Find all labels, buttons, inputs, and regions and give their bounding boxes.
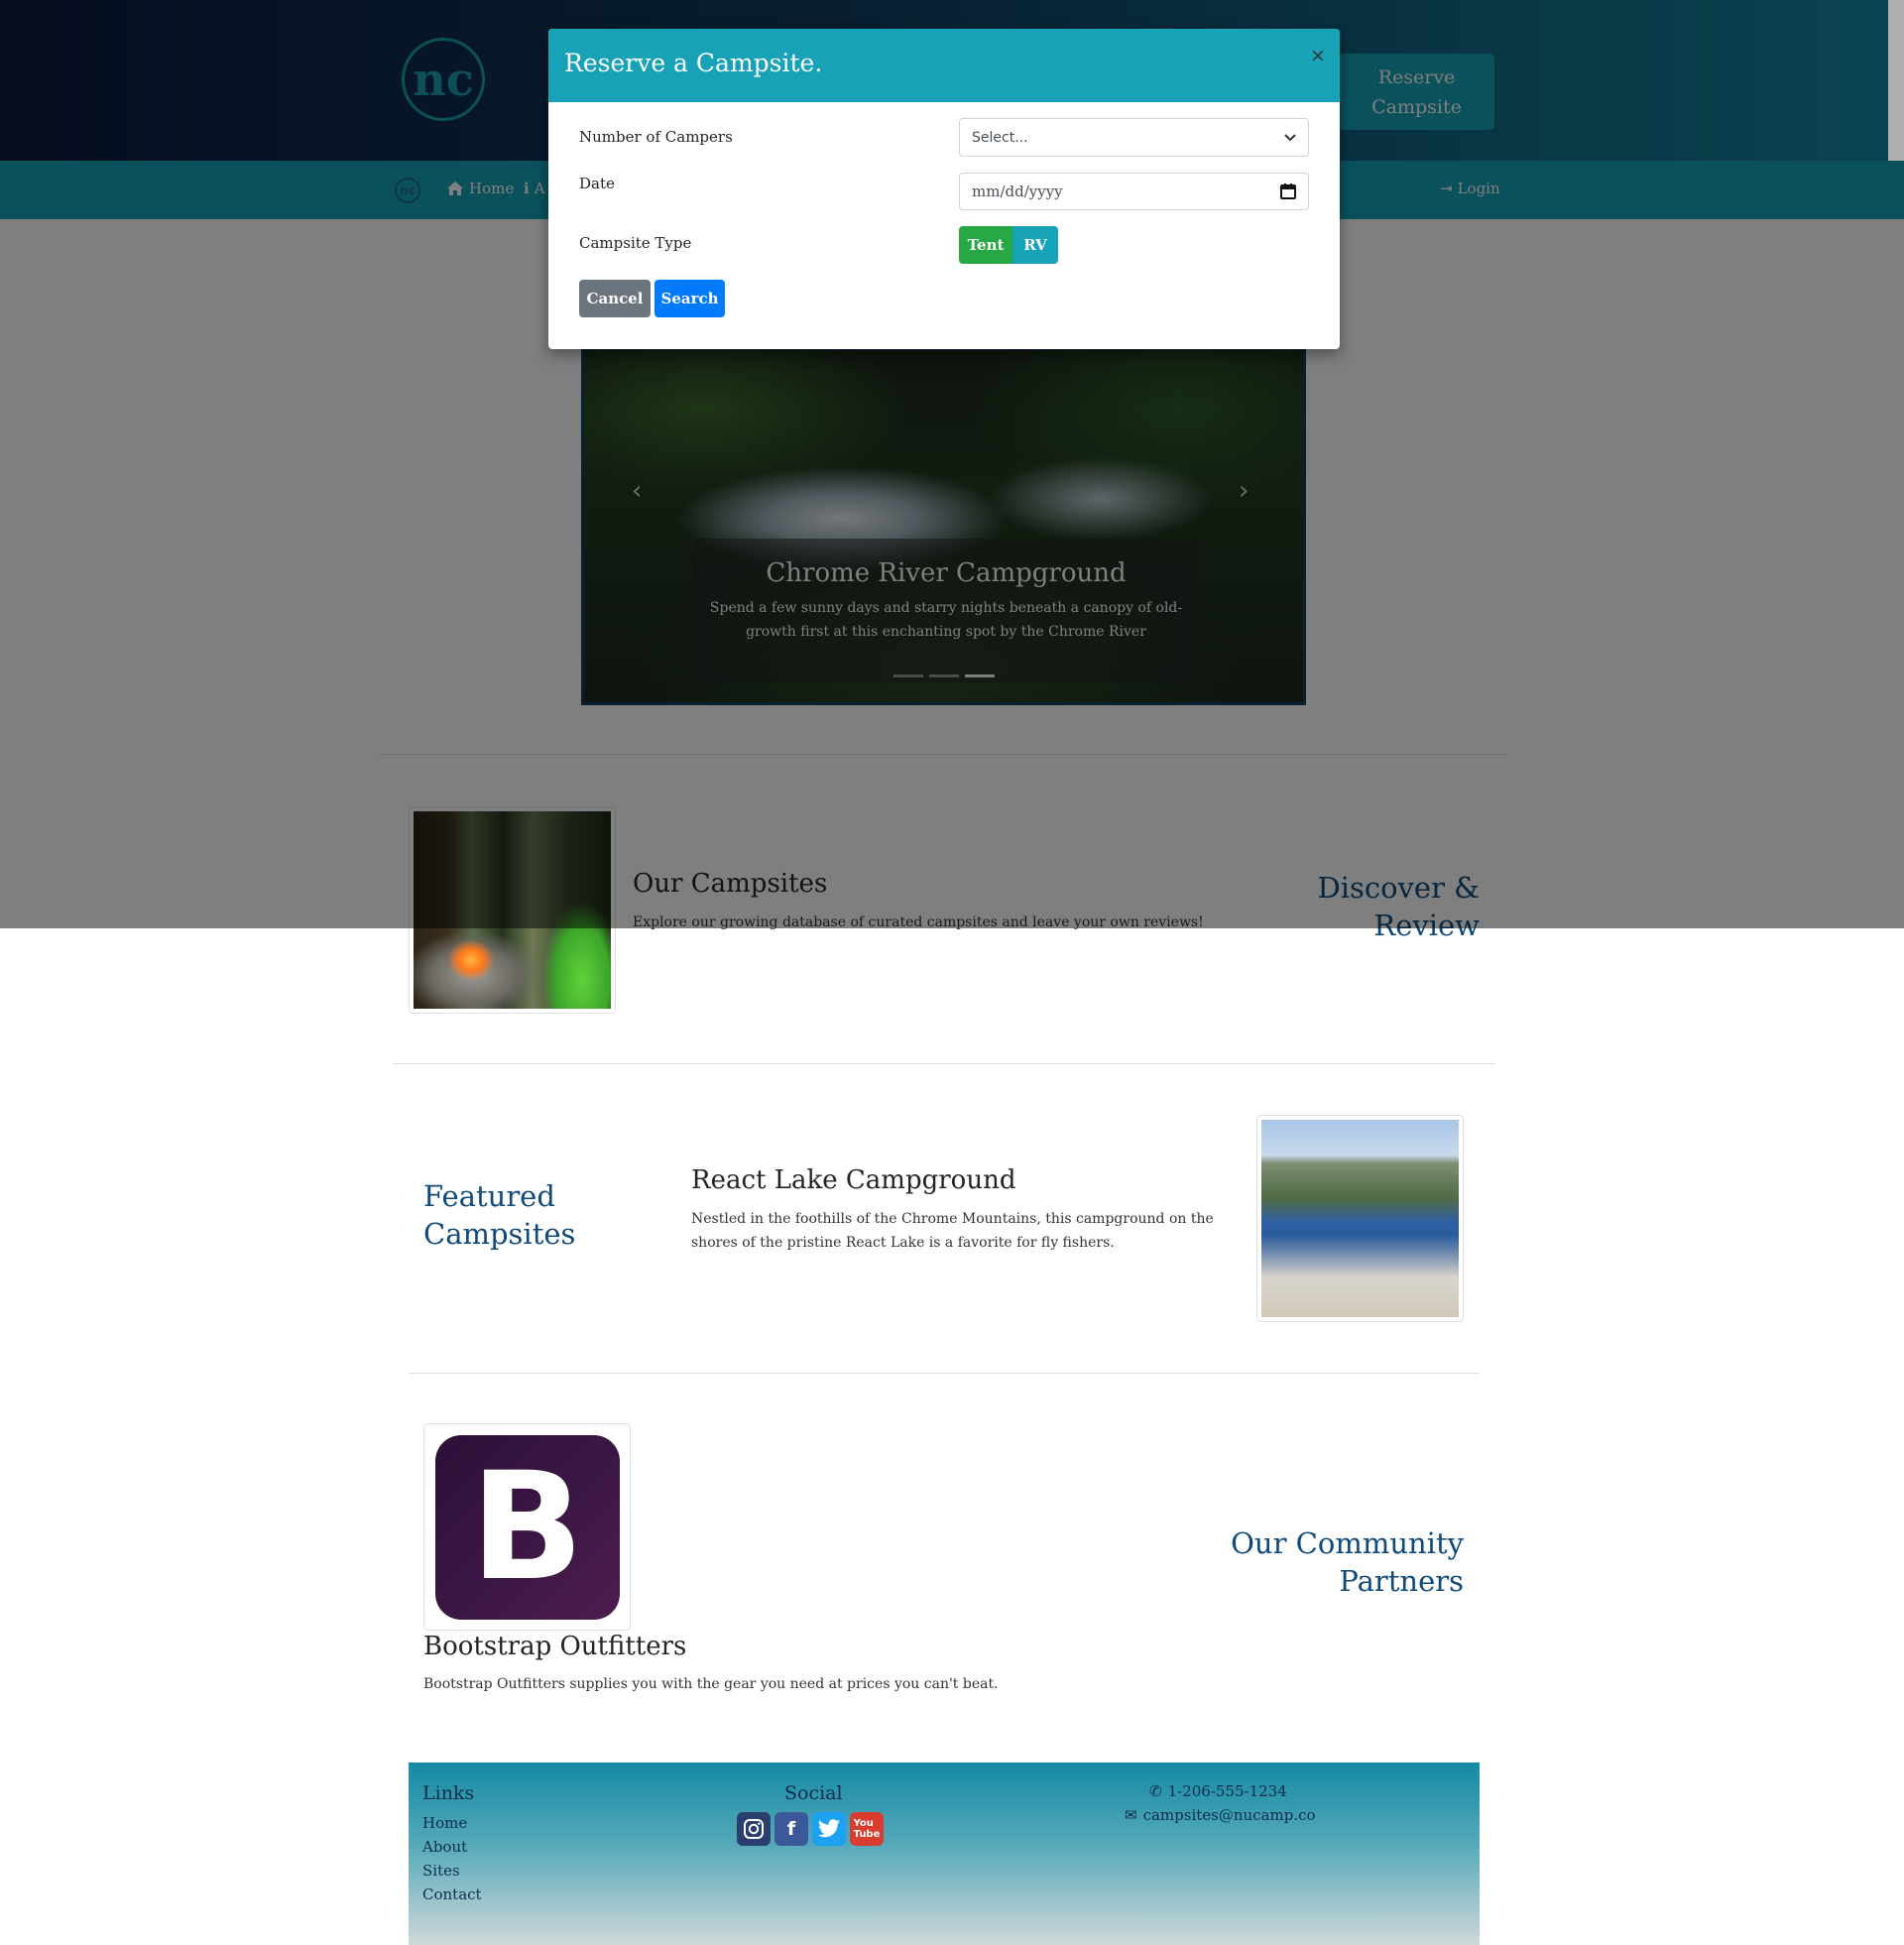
envelope-icon: ✉ xyxy=(1125,1806,1137,1824)
modal-header: Reserve a Campsite. × xyxy=(548,29,1340,102)
date-input-placeholder: mm/dd/yyyy xyxy=(972,182,1063,200)
campers-label: Number of Campers xyxy=(579,128,733,146)
phone-icon: ✆ xyxy=(1149,1782,1162,1800)
footer-phone-text: 1-206-555-1234 xyxy=(1167,1782,1287,1800)
rv-button[interactable]: RV xyxy=(1012,226,1058,264)
footer-social-title: Social xyxy=(784,1782,843,1804)
footer-phone[interactable]: ✆ 1-206-555-1234 xyxy=(1149,1782,1287,1800)
footer-email[interactable]: ✉ campsites@nucamp.co xyxy=(1125,1806,1316,1824)
bootstrap-outfitters-title: Bootstrap Outfitters xyxy=(423,1632,687,1661)
campers-select-value: Select... xyxy=(972,129,1028,146)
facebook-icon[interactable]: f xyxy=(774,1812,808,1846)
instagram-icon[interactable] xyxy=(737,1812,771,1846)
close-icon[interactable]: × xyxy=(1310,45,1326,66)
bootstrap-outfitters-text: Bootstrap Outfitters supplies you with t… xyxy=(423,1676,999,1692)
campsite-type-label: Campsite Type xyxy=(579,234,692,252)
footer-link-about[interactable]: About xyxy=(422,1838,467,1856)
react-lake-title: React Lake Campground xyxy=(691,1165,1016,1195)
chevron-down-icon xyxy=(1284,133,1296,141)
search-button[interactable]: Search xyxy=(654,280,725,317)
tent-button[interactable]: Tent xyxy=(959,226,1012,264)
youtube-icon[interactable]: You Tube xyxy=(850,1812,884,1846)
scrollbar[interactable] xyxy=(1888,0,1904,161)
social-icons: f You Tube xyxy=(737,1812,884,1846)
bootstrap-logo: B xyxy=(434,1434,620,1620)
site-footer: Links Home About Sites Contact Social f … xyxy=(409,1763,1480,1945)
section-divider xyxy=(393,1063,1495,1064)
campers-select[interactable]: Select... xyxy=(959,118,1309,157)
react-lake-text: Nestled in the foothills of the Chrome M… xyxy=(691,1211,1214,1251)
reserve-modal: Reserve a Campsite. × Number of Campers … xyxy=(548,29,1340,349)
partner-thumbnail: B xyxy=(423,1423,631,1631)
modal-title: Reserve a Campsite. xyxy=(564,49,823,77)
community-partners-heading: Our Community Partners xyxy=(1231,1526,1464,1598)
calendar-icon[interactable] xyxy=(1280,183,1296,199)
footer-link-home[interactable]: Home xyxy=(422,1814,467,1832)
footer-link-contact[interactable]: Contact xyxy=(422,1885,482,1903)
campsite-type-toggle: Tent RV xyxy=(959,226,1058,264)
react-lake-thumbnail xyxy=(1256,1115,1464,1322)
twitter-icon[interactable] xyxy=(812,1812,846,1846)
date-label: Date xyxy=(579,175,615,192)
section-divider xyxy=(409,1373,1480,1374)
footer-links-title: Links xyxy=(422,1782,475,1804)
react-lake-image xyxy=(1261,1120,1459,1317)
bootstrap-logo-image: B xyxy=(428,1428,626,1626)
footer-email-text: campsites@nucamp.co xyxy=(1142,1806,1316,1824)
footer-link-sites[interactable]: Sites xyxy=(422,1862,460,1880)
cancel-button[interactable]: Cancel xyxy=(579,280,651,317)
featured-campsites-heading: Featured Campsites xyxy=(423,1179,576,1251)
date-input[interactable]: mm/dd/yyyy xyxy=(959,173,1309,210)
